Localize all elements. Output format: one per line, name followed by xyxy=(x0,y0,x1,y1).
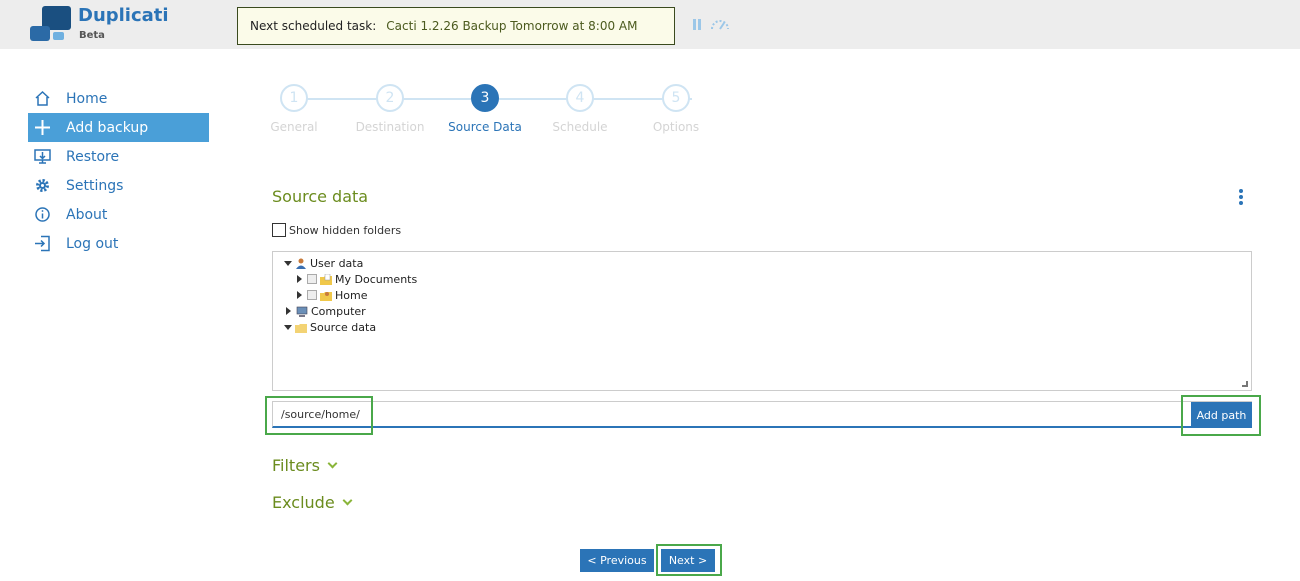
filters-toggle[interactable]: Filters xyxy=(272,456,338,475)
sidebar: Home Add backup Restore Settings About L… xyxy=(28,84,209,258)
step-options[interactable]: 5 Options xyxy=(626,84,726,134)
step-label: Source Data xyxy=(448,120,522,134)
sidebar-item-about[interactable]: About xyxy=(28,200,209,229)
tree-node-my-documents[interactable]: My Documents xyxy=(295,271,417,287)
folder-tree[interactable]: User data My Documents Home Computer Sou… xyxy=(272,251,1252,391)
sidebar-item-add-backup[interactable]: Add backup xyxy=(28,113,209,142)
step-label: Schedule xyxy=(552,120,608,134)
exclude-label: Exclude xyxy=(272,493,335,512)
expand-toggle-icon[interactable] xyxy=(297,275,302,283)
step-source-data[interactable]: 3 Source Data xyxy=(435,84,535,134)
app-subtitle: Beta xyxy=(79,30,105,41)
sidebar-item-label: Settings xyxy=(66,177,124,194)
section-title: Source data xyxy=(272,187,369,206)
filters-label: Filters xyxy=(272,456,320,475)
step-general[interactable]: 1 General xyxy=(244,84,344,134)
sidebar-item-home[interactable]: Home xyxy=(28,84,209,113)
scheduled-task-value: Cacti 1.2.26 Backup Tomorrow at 8:00 AM xyxy=(386,19,638,33)
more-options-icon[interactable] xyxy=(1238,189,1244,205)
tree-node-home[interactable]: Home xyxy=(295,287,367,303)
logout-icon xyxy=(35,235,50,252)
sidebar-item-settings[interactable]: Settings xyxy=(28,171,209,200)
pause-icon[interactable] xyxy=(692,19,702,30)
sidebar-item-label: Restore xyxy=(66,148,120,165)
step-destination[interactable]: 2 Destination xyxy=(340,84,440,134)
app-header: Duplicati Beta Next scheduled task: Cact… xyxy=(0,0,1300,49)
show-hidden-checkbox[interactable] xyxy=(272,223,286,237)
gear-icon xyxy=(36,179,49,192)
chevron-down-icon xyxy=(342,495,353,506)
throttle-icon[interactable] xyxy=(710,19,730,31)
tree-node-label: Home xyxy=(335,288,368,302)
sidebar-item-label: Log out xyxy=(66,235,119,252)
resize-handle-icon[interactable] xyxy=(1242,381,1248,387)
sidebar-item-restore[interactable]: Restore xyxy=(28,142,209,171)
tree-node-source-data[interactable]: Source data xyxy=(284,319,376,335)
step-number: 4 xyxy=(566,84,594,112)
tree-node-label: Source data xyxy=(310,320,377,334)
folder-icon xyxy=(295,323,307,333)
tree-node-computer[interactable]: Computer xyxy=(284,303,366,319)
exclude-toggle[interactable]: Exclude xyxy=(272,493,353,512)
wizard-steps: 1 General 2 Destination 3 Source Data 4 … xyxy=(262,84,722,134)
tree-node-user-data[interactable]: User data xyxy=(284,255,363,271)
restore-icon xyxy=(34,149,51,164)
previous-button[interactable]: < Previous xyxy=(580,549,654,572)
add-path-button[interactable]: Add path xyxy=(1191,402,1252,428)
sidebar-item-label: Add backup xyxy=(66,119,149,136)
user-icon xyxy=(296,258,306,269)
tree-checkbox[interactable] xyxy=(307,290,317,300)
step-schedule[interactable]: 4 Schedule xyxy=(530,84,630,134)
expand-toggle-icon[interactable] xyxy=(297,291,302,299)
app-title: Duplicati xyxy=(78,5,169,26)
sidebar-item-log-out[interactable]: Log out xyxy=(28,229,209,258)
home-icon xyxy=(35,90,50,106)
path-input[interactable] xyxy=(273,402,1185,427)
tree-node-label: User data xyxy=(310,256,364,270)
scheduled-task-banner: Next scheduled task: Cacti 1.2.26 Backup… xyxy=(237,7,675,45)
show-hidden-label: Show hidden folders xyxy=(289,223,402,237)
step-label: Options xyxy=(652,120,700,134)
sidebar-item-label: Home xyxy=(66,90,108,107)
expand-toggle-icon[interactable] xyxy=(284,260,292,266)
scheduled-task-label: Next scheduled task: xyxy=(250,19,377,33)
expand-toggle-icon[interactable] xyxy=(284,324,292,330)
step-number: 5 xyxy=(662,84,690,112)
step-label: Destination xyxy=(355,120,425,134)
tree-checkbox[interactable] xyxy=(307,274,317,284)
show-hidden-folders-toggle[interactable]: Show hidden folders xyxy=(272,223,401,237)
computer-icon xyxy=(296,306,308,317)
sidebar-item-label: About xyxy=(66,206,108,223)
duplicati-logo-icon xyxy=(30,6,74,44)
home-folder-icon xyxy=(320,291,332,301)
step-number: 2 xyxy=(376,84,404,112)
chevron-down-icon xyxy=(327,458,338,469)
plus-icon xyxy=(35,120,50,135)
expand-toggle-icon[interactable] xyxy=(286,307,291,315)
path-input-row xyxy=(272,401,1252,428)
info-icon xyxy=(35,207,50,222)
tree-node-label: My Documents xyxy=(335,272,418,286)
tree-node-label: Computer xyxy=(311,304,366,318)
next-button[interactable]: Next > xyxy=(661,549,715,572)
step-number: 1 xyxy=(280,84,308,112)
step-label: General xyxy=(270,120,318,134)
step-number: 3 xyxy=(471,84,499,112)
documents-folder-icon xyxy=(320,273,332,285)
